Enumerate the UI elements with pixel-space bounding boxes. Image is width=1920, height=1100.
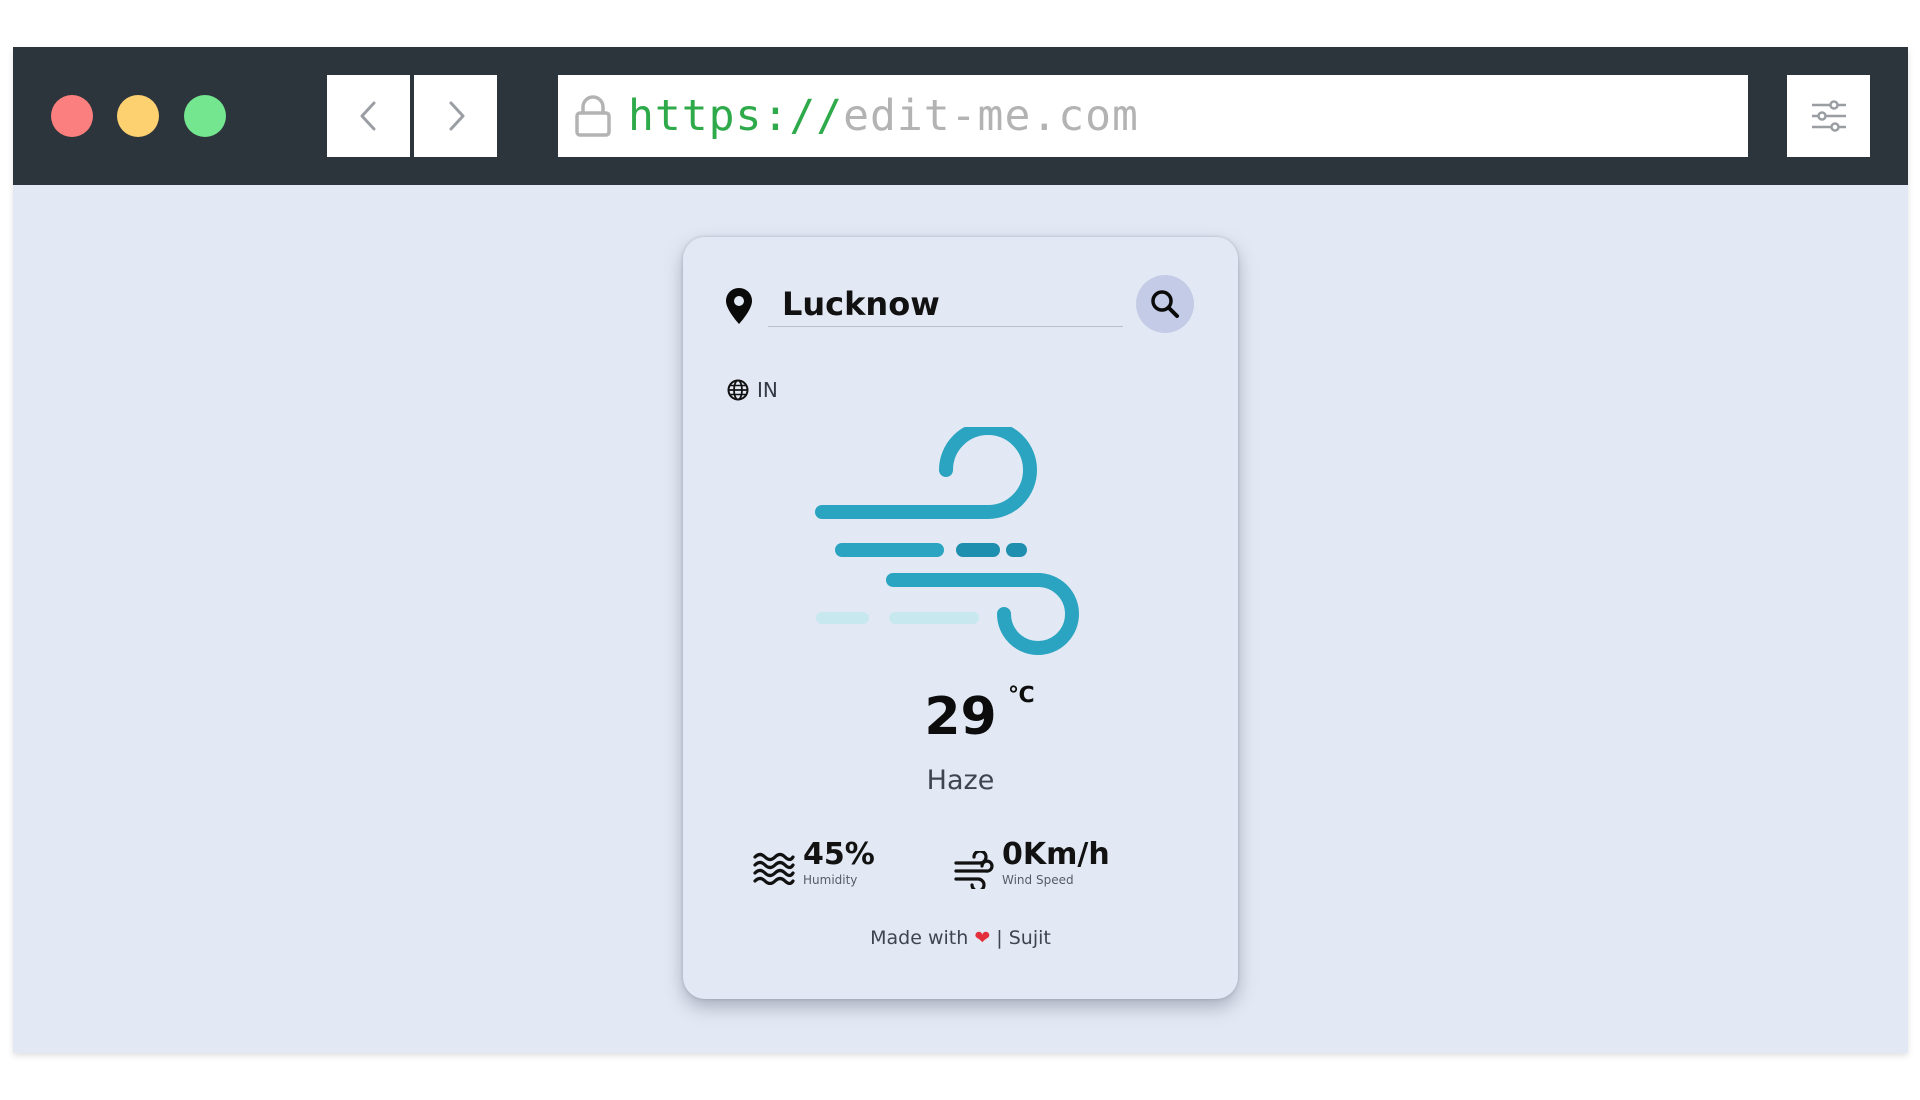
temperature-value: 29 — [924, 687, 997, 747]
humidity-icon — [753, 851, 795, 889]
wind-speed-stat: 0Km/h Wind Speed — [954, 837, 1110, 893]
settings-sliders-icon — [1811, 100, 1846, 132]
maximize-window-button[interactable] — [184, 95, 226, 137]
settings-button[interactable] — [1787, 75, 1870, 157]
country-code: IN — [757, 378, 778, 402]
location-pin-icon — [725, 287, 753, 329]
minimize-window-button[interactable] — [117, 95, 159, 137]
address-bar[interactable]: https://edit-me.com — [558, 75, 1748, 157]
search-icon — [1151, 290, 1179, 318]
city-search-input[interactable] — [768, 281, 1123, 327]
wind-speed-value: 0Km/h — [1002, 837, 1110, 872]
close-window-button[interactable] — [51, 95, 93, 137]
weather-condition: Haze — [926, 765, 995, 796]
lock-icon — [574, 94, 612, 138]
heart-icon: ❤ — [974, 927, 991, 949]
globe-icon — [727, 379, 749, 401]
url-scheme: https:// — [628, 91, 844, 141]
wind-weather-icon — [813, 421, 1113, 671]
footer-prefix: Made with — [870, 927, 969, 949]
temperature-group: 29 ℃ — [924, 683, 1034, 747]
humidity-label: Humidity — [803, 873, 858, 887]
back-button[interactable] — [327, 75, 410, 157]
back-icon — [360, 101, 375, 131]
humidity-stat: 45% Humidity — [753, 837, 875, 889]
temperature-unit: ℃ — [1008, 683, 1035, 708]
weather-card: IN 29 ℃ Haze — [683, 237, 1238, 999]
forward-icon — [449, 101, 464, 131]
country-label: IN — [727, 378, 778, 402]
browser-window: https://edit-me.com Lucknow IN 29 ℃ Haze… — [13, 47, 1908, 1053]
wind-icon — [954, 849, 994, 893]
url-text: https://edit-me.com — [628, 91, 1139, 141]
search-button[interactable] — [1136, 275, 1194, 333]
forward-button[interactable] — [414, 75, 497, 157]
wind-speed-label: Wind Speed — [1002, 873, 1074, 887]
footer-author: | Sujit — [996, 927, 1051, 949]
url-host: edit-me.com — [843, 91, 1139, 141]
humidity-value: 45% — [803, 837, 875, 872]
browser-titlebar: https://edit-me.com — [13, 47, 1908, 185]
footer-credit: Made with ❤ | Sujit — [683, 927, 1238, 949]
temperature-display: 29 ℃ — [683, 683, 1238, 747]
